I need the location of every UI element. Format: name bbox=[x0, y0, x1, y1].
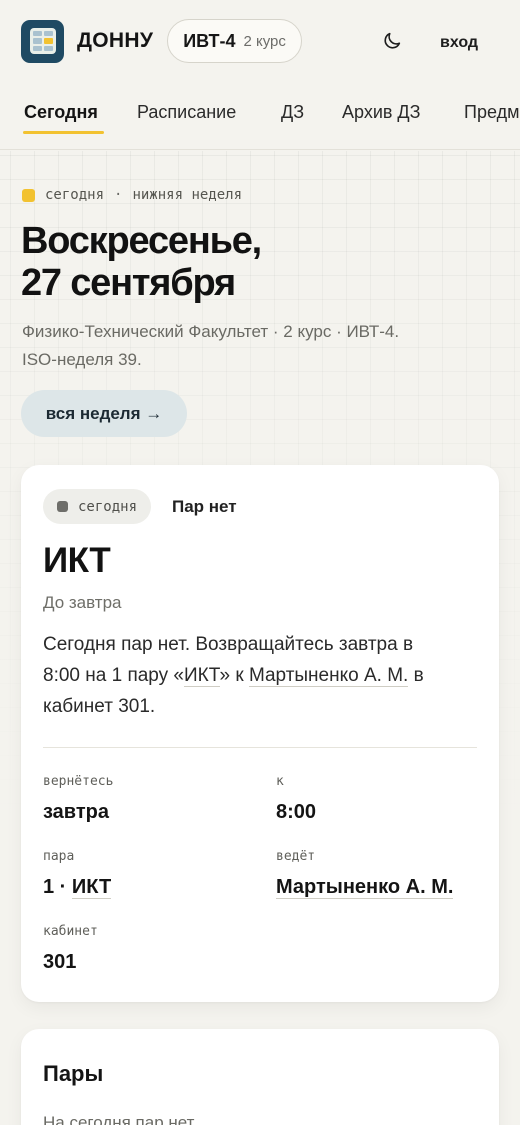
room-value: 301 bbox=[43, 951, 77, 973]
eyebrow-separator: · bbox=[114, 187, 123, 203]
tab-homework[interactable]: ДЗ bbox=[281, 102, 304, 123]
page: ДОННУ ИВТ-4 2 курс вход Сегодня Расписан… bbox=[0, 0, 520, 1125]
tab-homework-archive[interactable]: Архив ДЗ bbox=[342, 102, 421, 123]
group-name: ИВТ-4 bbox=[183, 30, 236, 51]
divider bbox=[43, 747, 477, 748]
subject-link[interactable]: ИКТ bbox=[184, 665, 220, 687]
eyebrow-week: нижняя неделя bbox=[132, 187, 243, 203]
brand-name[interactable]: ДОННУ bbox=[77, 29, 153, 53]
active-tab-indicator bbox=[23, 131, 104, 134]
teacher-link[interactable]: Мартыненко А. М. bbox=[248, 665, 409, 687]
room-label: кабинет bbox=[43, 924, 98, 939]
pairs-empty-text: На сегодня пар нет. bbox=[43, 1113, 198, 1125]
group-year: 2 курс bbox=[243, 32, 286, 50]
logo-grid bbox=[29, 28, 56, 54]
status-text: Пар нет bbox=[172, 497, 237, 516]
accent-square-icon bbox=[22, 188, 35, 202]
nav-tabs: Сегодня Расписание ДЗ Архив ДЗ Предметы bbox=[0, 82, 520, 150]
return-value: завтра bbox=[43, 801, 109, 823]
today-status-card: сегодня Пар нет ИКТ До завтра Сегодня па… bbox=[21, 465, 499, 1002]
tab-schedule[interactable]: Расписание bbox=[137, 102, 236, 123]
status-description: Сегодня пар нет. Возвращайтесь завтра в … bbox=[43, 629, 483, 722]
desc-part: в bbox=[408, 665, 424, 686]
until-text: До завтра bbox=[43, 593, 122, 612]
status-chip: сегодня bbox=[43, 489, 152, 524]
desc-part: » к bbox=[219, 665, 249, 686]
time-value: 8:00 bbox=[276, 801, 317, 823]
moon-icon[interactable] bbox=[381, 30, 403, 52]
return-label: вернётесь bbox=[43, 774, 114, 789]
time-label: к bbox=[276, 774, 284, 789]
date-eyebrow: сегодня · нижняя неделя bbox=[22, 187, 242, 203]
chip-square-icon bbox=[57, 501, 68, 512]
tab-today[interactable]: Сегодня bbox=[24, 102, 98, 123]
subtitle-line-2: ISO-неделя 39. bbox=[22, 350, 142, 369]
desc-part: Сегодня пар нет. Возвращайтесь завтра в bbox=[43, 634, 414, 655]
pair-value: 1 · ИКТ bbox=[43, 876, 112, 899]
login-button[interactable]: вход bbox=[440, 34, 478, 52]
teacher-value: Мартыненко А. М. bbox=[276, 876, 454, 899]
group-selector[interactable]: ИВТ-4 2 курс bbox=[167, 19, 302, 63]
teacher-name-link[interactable]: Мартыненко А. М. bbox=[276, 876, 454, 899]
tab-subjects[interactable]: Предметы bbox=[464, 102, 520, 123]
eyebrow-day: сегодня bbox=[45, 187, 105, 203]
next-subject: ИКТ bbox=[43, 541, 111, 580]
pairs-title: Пары bbox=[43, 1061, 104, 1086]
pair-subject-link[interactable]: ИКТ bbox=[71, 876, 112, 899]
desc-part: кабинет 301. bbox=[43, 696, 156, 717]
subtitle-line-1: Физико-Технический Факультет · 2 курс · … bbox=[22, 322, 400, 341]
title-line-1: Воскресенье, bbox=[21, 220, 262, 262]
app-logo-icon[interactable] bbox=[21, 19, 64, 63]
desc-part: 8:00 на 1 пару « bbox=[43, 665, 184, 686]
chip-label: сегодня bbox=[78, 498, 138, 515]
teacher-label: ведёт bbox=[276, 849, 316, 864]
pair-label: пара bbox=[43, 849, 75, 864]
page-title: Воскресенье, 27 сентября bbox=[21, 220, 481, 304]
pair-number: 1 · bbox=[43, 876, 67, 898]
page-subtitle: Физико-Технический Факультет · 2 курс · … bbox=[22, 318, 492, 374]
title-line-2: 27 сентября bbox=[21, 262, 236, 304]
pairs-card: Пары На сегодня пар нет. bbox=[21, 1029, 499, 1125]
whole-week-button[interactable]: вся неделя → bbox=[21, 390, 187, 437]
